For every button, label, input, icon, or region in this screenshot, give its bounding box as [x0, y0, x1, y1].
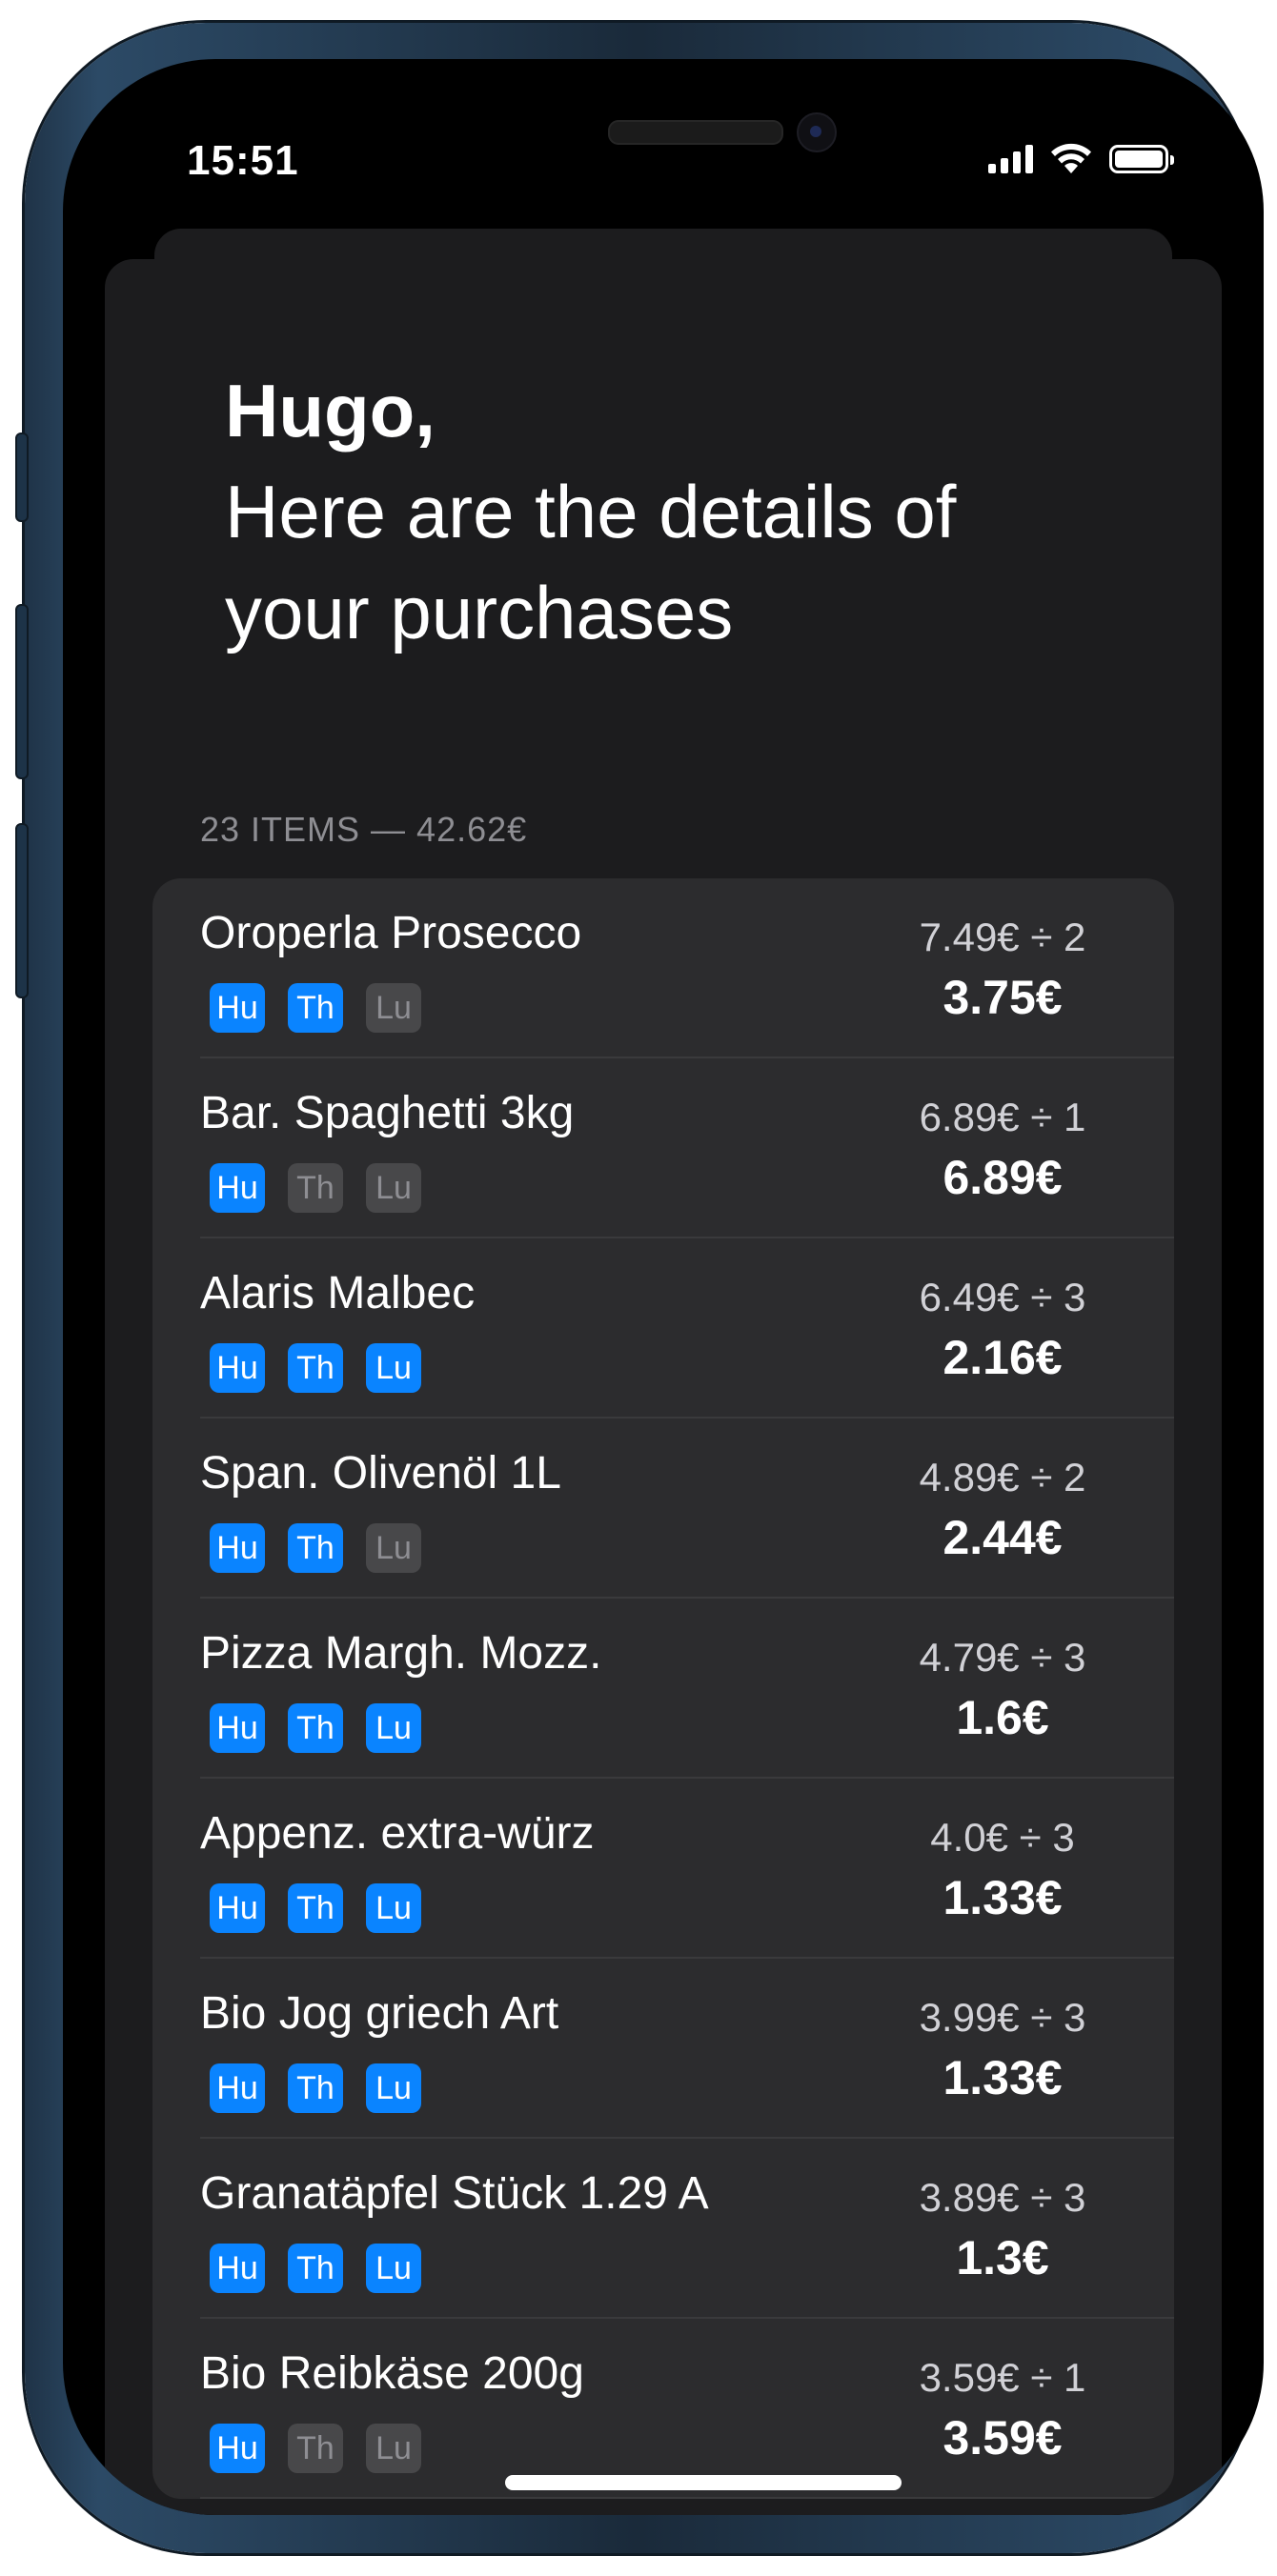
participant-tags: Hu Th Lu — [210, 2424, 421, 2473]
participant-tag-lu[interactable]: Lu — [366, 1883, 421, 1933]
participant-tags: Hu Th Lu — [210, 2063, 421, 2113]
item-name: Oroperla Prosecco — [200, 908, 582, 958]
item-share-amount: 1.6€ — [956, 1691, 1049, 1744]
volume-down-button — [15, 823, 29, 998]
participant-tag-lu[interactable]: Lu — [366, 1703, 421, 1753]
item-price-split: 7.49€ ÷ 2 — [919, 915, 1086, 959]
participant-tag-lu[interactable]: Lu — [366, 1523, 421, 1573]
list-item[interactable]: Alaris Malbec Hu Th Lu 6.49€ ÷ 3 2.16€ — [152, 1238, 1174, 1419]
items-summary: 23 ITEMS — 42.62€ — [200, 810, 528, 849]
participant-tag-hu[interactable]: Hu — [210, 2244, 265, 2293]
participant-tags: Hu Th Lu — [210, 1343, 421, 1393]
item-share-amount: 2.16€ — [943, 1331, 1063, 1384]
participant-tag-hu[interactable]: Hu — [210, 2063, 265, 2113]
item-share-amount: 1.3€ — [956, 2231, 1049, 2284]
participant-tag-th[interactable]: Th — [288, 1883, 343, 1933]
item-share-amount: 3.59€ — [943, 2411, 1063, 2465]
item-share-amount: 3.75€ — [943, 971, 1063, 1024]
list-item[interactable]: Bar. Spaghetti 3kg Hu Th Lu 6.89€ ÷ 1 6.89€ — [152, 1058, 1174, 1238]
item-price-split: 4.0€ ÷ 3 — [930, 1815, 1075, 1860]
front-camera — [797, 112, 837, 152]
item-share-amount: 2.44€ — [943, 1511, 1063, 1564]
volume-up-button — [15, 604, 29, 779]
item-price-split: 6.49€ ÷ 3 — [919, 1275, 1086, 1319]
item-name: Alaris Malbec — [200, 1268, 476, 1318]
participant-tags: Hu Th Lu — [210, 1163, 421, 1213]
item-price-split: 3.99€ ÷ 3 — [919, 1995, 1086, 2040]
participant-tag-hu[interactable]: Hu — [210, 1883, 265, 1933]
item-price-split: 3.59€ ÷ 1 — [919, 2355, 1086, 2400]
participant-tag-th[interactable]: Th — [288, 1163, 343, 1213]
participant-tag-lu[interactable]: Lu — [366, 2063, 421, 2113]
participant-tag-th[interactable]: Th — [288, 1703, 343, 1753]
participant-tag-th[interactable]: Th — [288, 983, 343, 1033]
item-share-amount: 1.33€ — [943, 1871, 1063, 1924]
item-share-amount: 1.33€ — [943, 2051, 1063, 2104]
item-price-split: 3.89€ ÷ 3 — [919, 2175, 1086, 2220]
participant-tags: Hu Th Lu — [210, 983, 421, 1033]
participant-tag-lu[interactable]: Lu — [366, 1163, 421, 1213]
participant-tag-hu[interactable]: Hu — [210, 983, 265, 1033]
participant-tag-th[interactable]: Th — [288, 1343, 343, 1393]
phone-frame: 15:51 Hugo, Here are the details of your… — [15, 23, 1264, 2553]
participant-tag-hu[interactable]: Hu — [210, 2424, 265, 2473]
participant-tag-hu[interactable]: Hu — [210, 1523, 265, 1573]
greeting-message: Here are the details of your purchases — [225, 470, 957, 654]
participant-tag-lu[interactable]: Lu — [366, 1343, 421, 1393]
item-price-split: 4.79€ ÷ 3 — [919, 1635, 1086, 1680]
participant-tag-hu[interactable]: Hu — [210, 1343, 265, 1393]
home-indicator[interactable] — [505, 2475, 902, 2490]
screen: 15:51 Hugo, Here are the details of your… — [63, 59, 1264, 2515]
item-name: Bio Reibkäse 200g — [200, 2348, 584, 2399]
cellular-signal-icon — [988, 145, 1033, 173]
status-icons — [988, 141, 1174, 173]
participant-tags: Hu Th Lu — [210, 2244, 421, 2293]
item-price-split: 6.89€ ÷ 1 — [919, 1095, 1086, 1139]
item-name: Appenz. extra-würz — [200, 1808, 595, 1859]
participant-tag-hu[interactable]: Hu — [210, 1163, 265, 1213]
participant-tag-th[interactable]: Th — [288, 2424, 343, 2473]
item-name: Bio Jog griech Art — [200, 1988, 559, 2039]
list-item[interactable]: Bio Jog griech Art Hu Th Lu 3.99€ ÷ 3 1.33€ — [152, 1959, 1174, 2139]
list-item[interactable]: Pizza Margh. Mozz. Hu Th Lu 4.79€ ÷ 3 1.6€ — [152, 1599, 1174, 1779]
purchase-list: Oroperla Prosecco Hu Th Lu 7.49€ ÷ 2 3.75€ Bar… — [152, 878, 1174, 2499]
item-name: Pizza Margh. Mozz. — [200, 1628, 602, 1679]
participant-tag-lu[interactable]: Lu — [366, 983, 421, 1033]
list-item[interactable]: Bio Reibkäse 200g Hu Th Lu 3.59€ ÷ 1 3.59€ — [152, 2319, 1174, 2499]
item-name: Span. Olivenöl 1L — [200, 1448, 561, 1499]
participant-tag-th[interactable]: Th — [288, 1523, 343, 1573]
silent-switch — [15, 433, 29, 522]
item-name: Bar. Spaghetti 3kg — [200, 1088, 575, 1138]
participant-tags: Hu Th Lu — [210, 1883, 421, 1933]
user-name: Hugo, — [225, 369, 436, 453]
participant-tags: Hu Th Lu — [210, 1523, 421, 1573]
participant-tags: Hu Th Lu — [210, 1703, 421, 1753]
participant-tag-th[interactable]: Th — [288, 2063, 343, 2113]
list-item[interactable]: Granatäpfel Stück 1.29 A Hu Th Lu 3.89€ ÷ 3 1… — [152, 2139, 1174, 2319]
participant-tag-lu[interactable]: Lu — [366, 2244, 421, 2293]
item-name: Granatäpfel Stück 1.29 A — [200, 2168, 709, 2219]
list-item[interactable]: Appenz. extra-würz Hu Th Lu 4.0€ ÷ 3 1.33€ — [152, 1779, 1174, 1959]
wifi-icon — [1051, 143, 1091, 173]
status-time: 15:51 — [187, 137, 299, 184]
details-sheet[interactable]: Hugo, Here are the details of your purch… — [105, 259, 1222, 2515]
earpiece-speaker — [608, 120, 783, 145]
greeting: Hugo, Here are the details of your purch… — [225, 360, 1064, 663]
battery-icon — [1109, 145, 1174, 173]
item-price-split: 4.89€ ÷ 2 — [919, 1455, 1086, 1499]
participant-tag-hu[interactable]: Hu — [210, 1703, 265, 1753]
list-item[interactable]: Span. Olivenöl 1L Hu Th Lu 4.89€ ÷ 2 2.44€ — [152, 1419, 1174, 1599]
list-item[interactable]: Oroperla Prosecco Hu Th Lu 7.49€ ÷ 2 3.75€ — [152, 878, 1174, 1058]
participant-tag-th[interactable]: Th — [288, 2244, 343, 2293]
item-share-amount: 6.89€ — [943, 1151, 1063, 1204]
participant-tag-lu[interactable]: Lu — [366, 2424, 421, 2473]
